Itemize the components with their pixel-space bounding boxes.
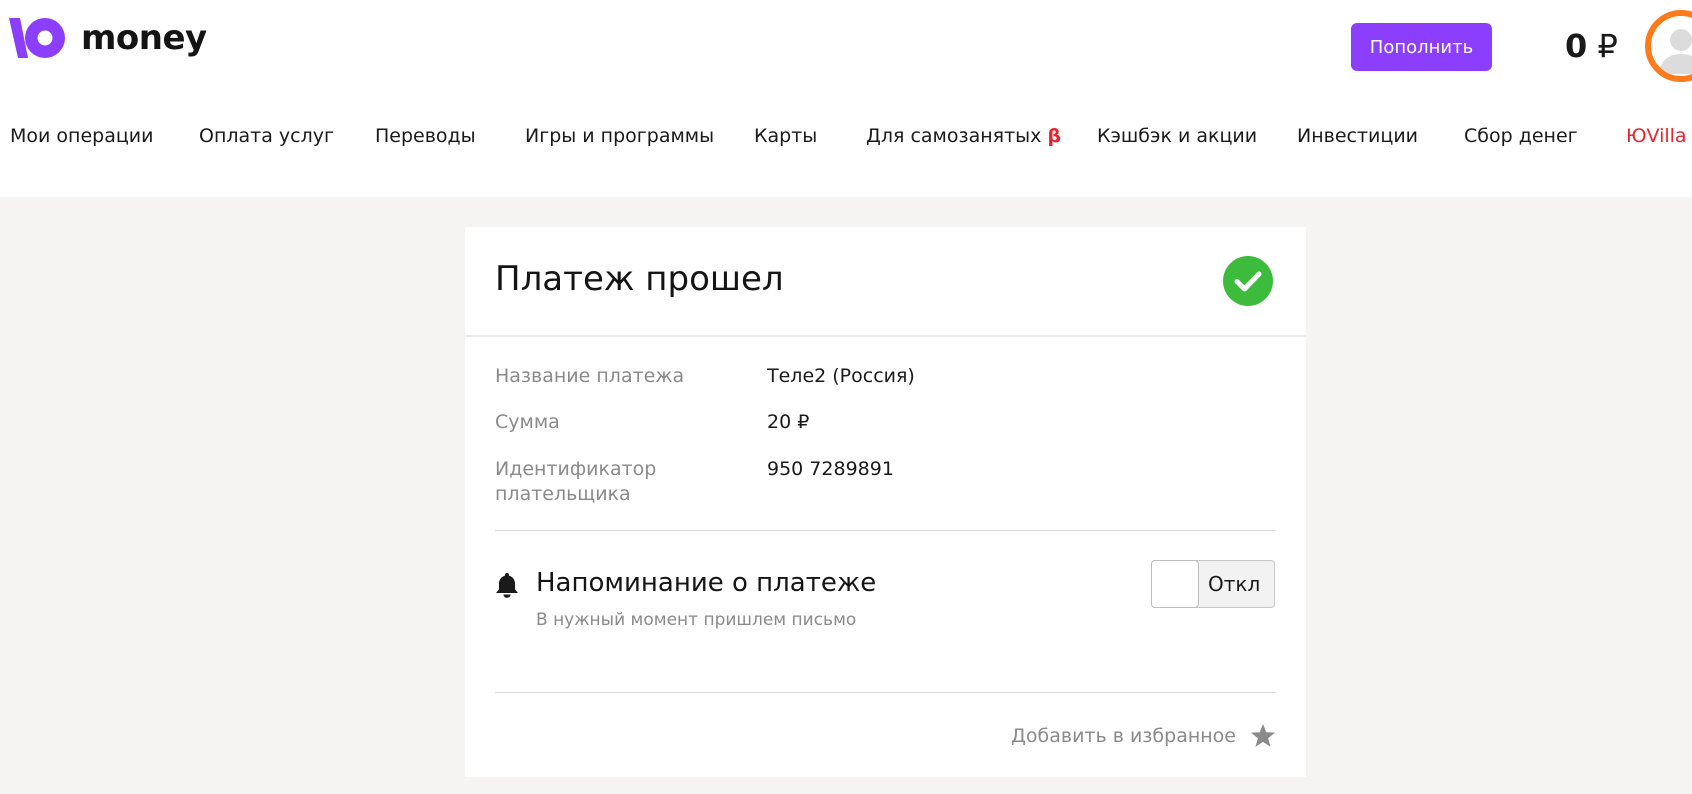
detail-value: Теле2 (Россия)	[767, 365, 915, 387]
nav-item-yuvilla[interactable]: ЮVilla	[1626, 120, 1687, 152]
check-circle-icon	[1223, 256, 1273, 306]
detail-label: Сумма	[495, 411, 560, 433]
nav-item-self-employed[interactable]: Для самозанятых β	[866, 120, 1061, 152]
logo-text: money	[81, 18, 207, 58]
nav-item-games[interactable]: Игры и программы	[525, 120, 714, 152]
avatar[interactable]	[1645, 10, 1692, 82]
balance-currency: ₽	[1597, 27, 1618, 65]
nav-item-pay-services[interactable]: Оплата услуг	[199, 120, 334, 152]
logo[interactable]: money	[9, 16, 207, 60]
detail-label: Название платежа	[495, 365, 685, 387]
card-divider	[465, 335, 1306, 337]
reminder-subtitle: В нужный момент пришлем письмо	[536, 610, 857, 630]
nav-item-transfers[interactable]: Переводы	[375, 120, 476, 152]
nav-item-cashback[interactable]: Кэшбэк и акции	[1097, 120, 1257, 152]
nav-item-cards[interactable]: Карты	[754, 120, 817, 152]
header: money Пополнить 0 ₽ Мои операции Оплата …	[0, 0, 1692, 197]
toggle-knob[interactable]	[1151, 560, 1199, 608]
reminder-title: Напоминание о платеже	[536, 568, 877, 598]
divider	[495, 530, 1276, 531]
toggle-label: Откл	[1208, 572, 1261, 596]
detail-value: 20 ₽	[767, 411, 810, 433]
bell-icon	[496, 573, 518, 598]
beta-badge: β	[1047, 125, 1062, 147]
nav-item-self-employed-label: Для самозанятых	[866, 125, 1042, 147]
nav-item-investments[interactable]: Инвестиции	[1297, 120, 1418, 152]
divider	[495, 692, 1276, 693]
page-title: Платеж прошел	[495, 259, 784, 299]
reminder-toggle[interactable]: Откл	[1151, 560, 1275, 608]
payment-reminder: Напоминание о платеже В нужный момент пр…	[495, 560, 1276, 640]
balance-amount: 0	[1565, 27, 1588, 65]
detail-value: 950 7289891	[767, 458, 894, 480]
add-to-favorites-label[interactable]: Добавить в избранное	[1011, 721, 1236, 751]
nav-item-fundraising[interactable]: Сбор денег	[1464, 120, 1578, 152]
topup-button[interactable]: Пополнить	[1351, 23, 1492, 71]
nav-item-my-operations[interactable]: Мои операции	[10, 120, 153, 152]
add-to-favorites[interactable]: Добавить в избранное	[495, 721, 1276, 751]
payment-result-card: Платеж прошел Название платежа Теле2 (Ро…	[465, 227, 1306, 777]
user-icon	[1659, 29, 1692, 74]
detail-label: Идентификатор плательщика	[495, 458, 657, 505]
star-icon[interactable]	[1250, 723, 1276, 749]
yoomoney-logo-icon	[9, 18, 65, 58]
balance[interactable]: 0 ₽	[1565, 22, 1618, 70]
